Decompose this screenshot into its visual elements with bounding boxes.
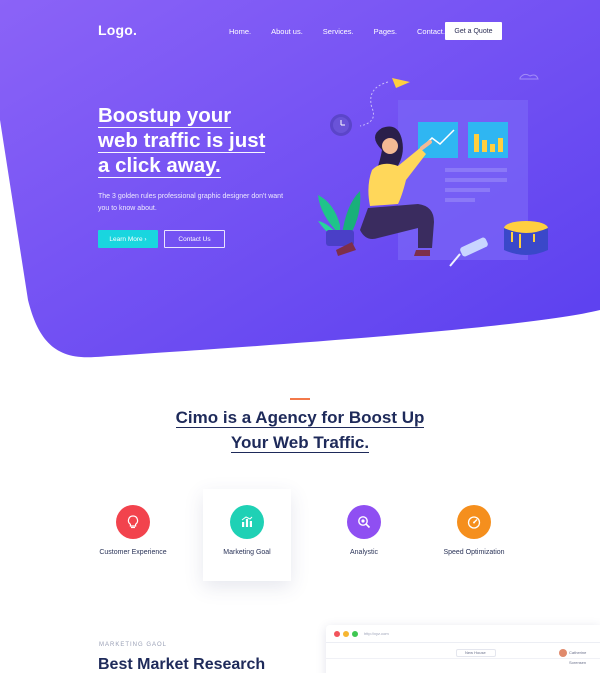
section-accent-divider bbox=[290, 398, 310, 400]
agency-title-line-1: Cimo is a Agency for Boost Up bbox=[175, 408, 425, 428]
nav-link-pages[interactable]: Pages. bbox=[374, 27, 397, 36]
agency-title: Cimo is a Agency for Boost Up Your Web T… bbox=[150, 405, 450, 455]
top-navigation: Logo. Home. About us. Services. Pages. C… bbox=[0, 0, 600, 62]
nav-link-about[interactable]: About us. bbox=[271, 27, 303, 36]
get-quote-button[interactable]: Get a Quote bbox=[445, 22, 502, 40]
nav-links: Home. About us. Services. Pages. Contact… bbox=[229, 27, 465, 36]
contact-us-button[interactable]: Contact Us bbox=[164, 230, 225, 248]
hero-title-line-1: Boostup your bbox=[98, 104, 232, 128]
browser-app-header: New House Catherine Sorensen bbox=[326, 647, 600, 665]
maximize-dot-icon bbox=[352, 631, 358, 637]
browser-mockup: http://xyz.com New House Catherine Soren… bbox=[326, 625, 600, 673]
user-chip: Catherine Sorensen bbox=[559, 648, 600, 668]
feature-label: Speed Optimization bbox=[443, 549, 505, 556]
section-title: Best Market Research bbox=[98, 656, 266, 673]
speedometer-icon bbox=[457, 505, 491, 539]
hero-illustration bbox=[318, 73, 548, 267]
learn-more-button[interactable]: Learn More › bbox=[98, 230, 158, 248]
feature-analystic[interactable]: Analystic bbox=[320, 489, 408, 581]
hero-title: Boostup your web traffic is just a click… bbox=[98, 103, 298, 178]
nav-link-services[interactable]: Services. bbox=[323, 27, 354, 36]
lightbulb-icon bbox=[116, 505, 150, 539]
browser-url: http://xyz.com bbox=[364, 631, 389, 636]
hero-title-line-2: web traffic is just bbox=[98, 129, 266, 153]
feature-customer-experience[interactable]: Customer Experience bbox=[89, 489, 177, 581]
magnifier-icon bbox=[347, 505, 381, 539]
hero-title-line-3: a click away. bbox=[98, 154, 221, 178]
hero-subtitle: The 3 golden rules professional graphic … bbox=[98, 193, 284, 212]
nav-link-contact[interactable]: Contact. bbox=[417, 27, 445, 36]
agency-title-line-2: Your Web Traffic. bbox=[230, 433, 370, 453]
nav-link-home[interactable]: Home. bbox=[229, 27, 251, 36]
section-eyebrow: MARKETING GAOL bbox=[99, 642, 168, 648]
chart-icon bbox=[230, 505, 264, 539]
feature-label: Marketing Goal bbox=[223, 549, 271, 556]
logo[interactable]: Logo. bbox=[98, 22, 137, 38]
feature-speed-optimization[interactable]: Speed Optimization bbox=[430, 489, 518, 581]
browser-tab: New House bbox=[456, 649, 496, 657]
browser-toolbar: http://xyz.com bbox=[326, 625, 600, 643]
minimize-dot-icon bbox=[343, 631, 349, 637]
feature-marketing-goal[interactable]: Marketing Goal bbox=[203, 489, 291, 581]
close-dot-icon bbox=[334, 631, 340, 637]
feature-label: Analystic bbox=[349, 549, 378, 556]
feature-label: Customer Experience bbox=[99, 549, 167, 556]
